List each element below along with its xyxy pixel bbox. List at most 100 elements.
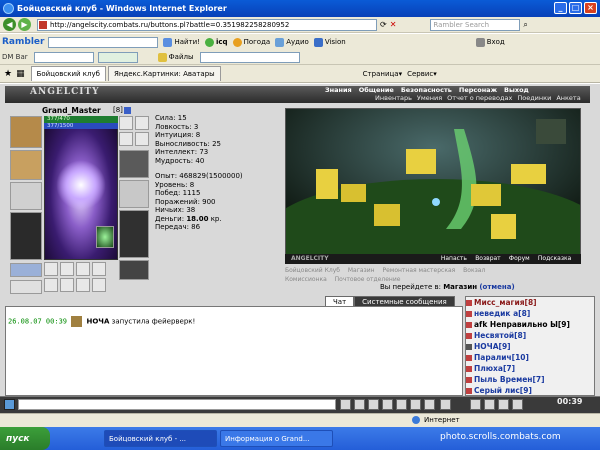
settings-button[interactable] (440, 399, 451, 410)
service-menu[interactable]: Сервис ▾ (407, 70, 437, 78)
menu-knowledge[interactable]: Знания (325, 86, 352, 94)
find-button[interactable]: Найти! (163, 37, 200, 47)
page-menu[interactable]: Страница ▾ (363, 70, 402, 78)
stop-icon[interactable]: ✕ (390, 20, 397, 29)
ring-slot-1[interactable] (44, 262, 58, 276)
dm-status[interactable] (97, 51, 138, 63)
crossed-swords-slot-2[interactable] (135, 116, 149, 130)
close-button[interactable]: × (584, 2, 597, 14)
rune-slot-4[interactable] (92, 278, 106, 292)
bag-slot[interactable] (10, 280, 42, 294)
user-list-item[interactable]: НОЧА[9] (466, 341, 594, 352)
url-input[interactable]: http://angelscity.combats.ru/buttons.pl?… (37, 18, 377, 31)
offhand-slot[interactable] (119, 180, 149, 208)
submenu-skills[interactable]: Умения (417, 94, 442, 102)
favorites-star-icon[interactable]: ★ (4, 69, 12, 79)
post-office-building[interactable] (491, 214, 516, 239)
chat-input[interactable] (18, 399, 336, 410)
tab-yandex-images[interactable]: Яндекс.Картинки: Аватары (107, 66, 221, 81)
rune-slot-3[interactable] (76, 278, 90, 292)
smiles-button[interactable] (382, 399, 393, 410)
vision-button[interactable]: Vision (313, 37, 346, 47)
link-repair[interactable]: Ремонтная мастерская (383, 267, 456, 274)
submenu-battles[interactable]: Поединки (517, 94, 551, 102)
start-button[interactable]: пуск (0, 427, 50, 450)
pants-slot[interactable] (119, 210, 149, 258)
user-list-item[interactable]: Пыль Времен[7] (466, 374, 594, 385)
search-icon[interactable]: ⌕ (523, 20, 527, 30)
submenu-transfers[interactable]: Отчет о переводах (447, 94, 512, 102)
forward-button[interactable]: ▶ (18, 18, 31, 31)
workshop-building[interactable] (374, 204, 400, 226)
mail-button[interactable] (410, 399, 421, 410)
task-info[interactable]: Информация о Grand... (220, 430, 333, 447)
link-post[interactable]: Почтовое отделение (335, 276, 401, 283)
chat-mode-icon[interactable] (4, 399, 15, 410)
minimize-button[interactable]: _ (554, 2, 567, 14)
rune-slot-2[interactable] (60, 278, 74, 292)
amulet-slot[interactable] (96, 226, 114, 248)
rune-slot-1[interactable] (44, 278, 58, 292)
castle-building[interactable] (406, 149, 436, 174)
menu-exit[interactable]: Выход (504, 86, 529, 94)
link-station[interactable]: Вокзал (463, 267, 485, 274)
armor-slot[interactable] (10, 212, 42, 260)
crossed-swords-slot-1[interactable] (119, 116, 133, 130)
user-list-item[interactable]: Несвятой[8] (466, 330, 594, 341)
refresh-icon[interactable]: ⟳ (380, 20, 387, 29)
task-combats[interactable]: Бойцовский клуб - ... (104, 430, 217, 447)
friends-button[interactable] (424, 399, 435, 410)
files-button[interactable]: Файлы (157, 52, 194, 62)
menu-character[interactable]: Персонаж (459, 86, 497, 94)
user-list-item[interactable]: Серый лис[9] (466, 385, 594, 396)
info-icon[interactable] (123, 106, 131, 114)
audio-button[interactable]: Аудио (275, 37, 309, 47)
menu-security[interactable]: Безопасность (401, 86, 452, 94)
submenu-inventory[interactable]: Инвентарь (375, 94, 412, 102)
weather-button[interactable]: Погода (232, 37, 270, 47)
exit-chat-button[interactable] (512, 399, 523, 410)
attack-link[interactable]: Напасть (441, 255, 467, 262)
bracers-slot[interactable] (10, 150, 42, 180)
user-list-item[interactable]: afk Неправильно Ы[9] (466, 319, 594, 330)
user-list-item[interactable]: Паралич[10] (466, 352, 594, 363)
ring-slot-4[interactable] (92, 262, 106, 276)
rambler-search-input[interactable] (48, 36, 159, 48)
translit-button[interactable] (396, 399, 407, 410)
crossed-swords-slot-3[interactable] (119, 132, 133, 146)
travel-cancel-link[interactable]: (отмена) (479, 283, 514, 291)
user-list-item[interactable]: Мисс_магия[8] (466, 297, 594, 308)
files-input[interactable] (199, 51, 300, 63)
refresh-list-button[interactable] (498, 399, 509, 410)
forum-link[interactable]: Форум (509, 255, 530, 262)
send-button[interactable] (340, 399, 351, 410)
belt-slot[interactable] (10, 263, 42, 277)
login-button[interactable]: Вход (475, 37, 505, 47)
crossed-swords-slot-4[interactable] (135, 132, 149, 146)
back-button[interactable]: ◀ (3, 18, 16, 31)
user-list-item[interactable]: неведик а[8] (466, 308, 594, 319)
ring-slot-2[interactable] (60, 262, 74, 276)
maximize-button[interactable]: □ (569, 2, 582, 14)
link-fight-club[interactable]: Бойцовский Клуб (285, 267, 340, 274)
submenu-profile[interactable]: Анкета (556, 94, 580, 102)
weapon-slot[interactable] (10, 182, 42, 210)
tab-combats[interactable]: Бойцовский клуб (30, 66, 106, 81)
sound-button[interactable] (470, 399, 481, 410)
icq-button[interactable]: icq (205, 37, 228, 47)
return-link[interactable]: Возврат (475, 255, 501, 262)
portal-icon[interactable] (432, 198, 440, 206)
commission-building[interactable] (471, 184, 501, 206)
log-button[interactable] (484, 399, 495, 410)
character-name[interactable]: Grand_Master (42, 106, 101, 115)
tower-building[interactable] (316, 169, 338, 199)
ring-slot-3[interactable] (76, 262, 90, 276)
hint-link[interactable]: Подсказка (538, 255, 571, 262)
menu-communication[interactable]: Общение (359, 86, 394, 94)
station-building[interactable] (511, 164, 546, 184)
filter-button[interactable] (368, 399, 379, 410)
link-shop[interactable]: Магазин (348, 267, 375, 274)
search-input[interactable]: Rambler Search (430, 18, 521, 31)
dm-input[interactable] (33, 51, 94, 63)
tab-list-icon[interactable]: ▦ (16, 69, 25, 79)
